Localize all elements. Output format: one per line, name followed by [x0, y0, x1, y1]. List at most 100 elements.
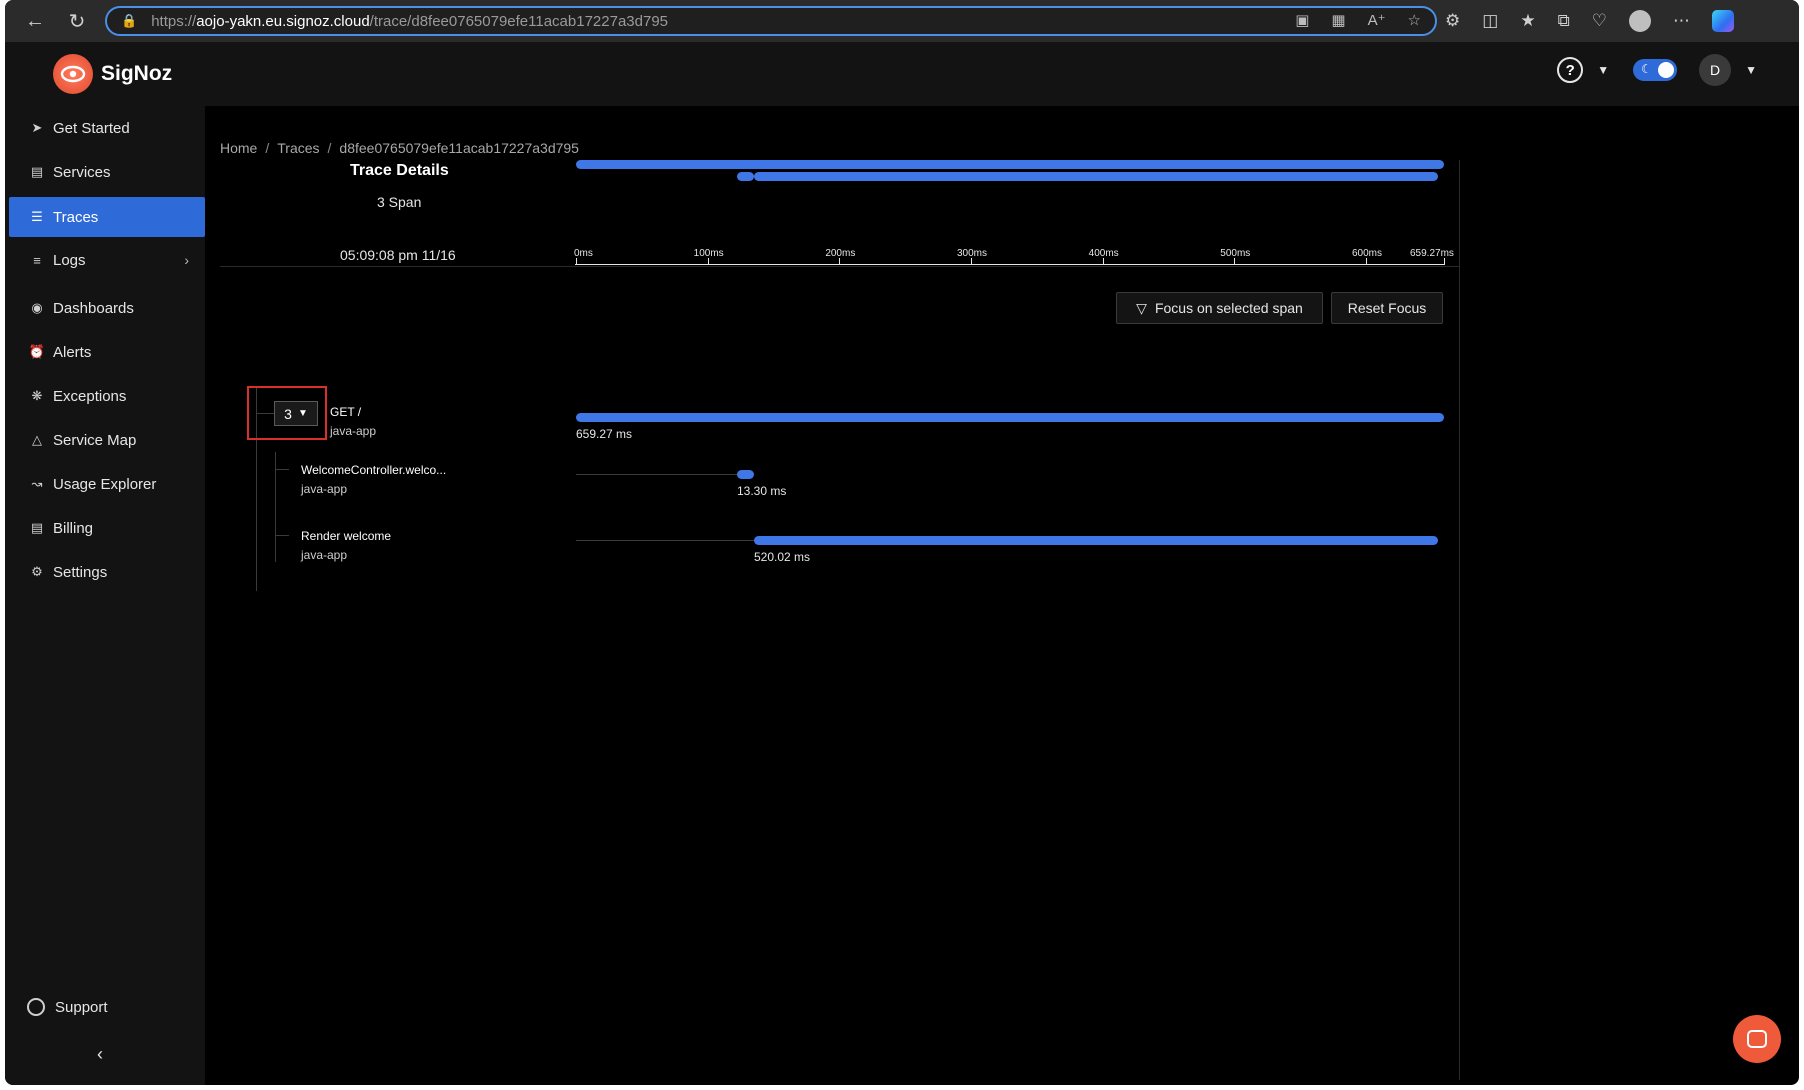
sidebar-item-services[interactable]: ▤ Services — [9, 152, 205, 192]
logo-text: SigNoz — [101, 62, 173, 85]
support-link[interactable]: Support — [27, 998, 108, 1016]
sidebar-item-logs[interactable]: ≡ Logs › — [9, 240, 205, 280]
span-service: java-app — [301, 482, 348, 496]
eye-logo-icon — [53, 54, 93, 94]
reload-icon[interactable]: ↻ — [57, 3, 97, 39]
line-chart-icon: ↝ — [31, 476, 43, 491]
address-bar[interactable]: 🔒 https://aojo-yakn.eu.signoz.cloud/trac… — [105, 6, 1437, 36]
url-prefix: https:// — [151, 12, 197, 30]
lock-icon: 🔒 — [121, 13, 138, 28]
logo[interactable]: SigNoz — [53, 54, 172, 94]
avatar[interactable]: D — [1699, 54, 1732, 86]
span-bar[interactable] — [576, 413, 1444, 422]
url-path: /trace/d8fee0765079efe11acab17227a3d795 — [369, 12, 669, 30]
list-icon: ☰ — [31, 209, 43, 224]
focus-selected-span-button[interactable]: ▽ Focus on selected span — [1116, 292, 1323, 324]
sidebar-item-billing[interactable]: ▤ Billing — [9, 508, 205, 548]
sidebar-item-settings[interactable]: ⚙ Settings — [9, 552, 205, 592]
sidebar-item-get-started[interactable]: ➤ Get Started — [9, 108, 205, 148]
network-icon: △ — [32, 432, 42, 447]
span-bar[interactable] — [753, 536, 1439, 545]
span-duration: 13.30 ms — [737, 484, 787, 498]
span-duration: 520.02 ms — [754, 550, 811, 564]
overview-span-bar — [576, 160, 1444, 169]
span-name[interactable]: GET / — [330, 405, 361, 419]
lifebuoy-icon — [27, 998, 45, 1016]
span-service: java-app — [301, 548, 348, 562]
filter-icon: ▽ — [1136, 299, 1147, 316]
chat-icon — [1747, 1030, 1767, 1048]
favorites-icon[interactable]: ★ — [1520, 11, 1535, 31]
timeline-tick-label: 200ms — [825, 248, 856, 259]
copilot-icon[interactable] — [1711, 10, 1734, 32]
breadcrumb: Home / Traces / d8fee0765079efe11acab172… — [220, 140, 579, 156]
breadcrumb-traces[interactable]: Traces — [277, 140, 319, 156]
rocket-icon: ➤ — [31, 120, 43, 135]
span-name[interactable]: WelcomeController.welco... — [301, 463, 446, 477]
sidebar-item-dashboards[interactable]: ◉ Dashboards — [9, 288, 205, 328]
timeline-tick-label: 300ms — [956, 248, 987, 259]
health-icon[interactable]: ♡ — [1592, 11, 1607, 31]
overview-span-bar — [736, 172, 755, 181]
read-aloud-icon[interactable]: A⁺ — [1368, 11, 1386, 29]
span-duration: 659.27 ms — [576, 427, 633, 441]
span-service: java-app — [330, 424, 377, 438]
sidebar-item-alerts[interactable]: ⏰ Alerts — [9, 332, 205, 372]
collapse-children-button[interactable]: 3 ▼ — [274, 401, 318, 426]
overview-span-bar — [753, 172, 1439, 181]
gear-icon: ⚙ — [31, 564, 43, 579]
help-icon[interactable]: ? — [1557, 57, 1584, 83]
sidebar-item-usage-explorer[interactable]: ↝ Usage Explorer — [9, 464, 205, 504]
browser-window: ← ↻ 🔒 https://aojo-yakn.eu.signoz.cloud /… — [5, 0, 1799, 1085]
split-screen-icon[interactable]: ◫ — [1482, 11, 1498, 31]
app-header: SigNoz ? ▼ ☾ D ▼ — [5, 42, 1799, 106]
url-host: aojo-yakn.eu.signoz.cloud — [196, 12, 370, 30]
trace-timestamp: 05:09:08 pm 11/16 — [340, 247, 456, 263]
browser-toolbar: ← ↻ 🔒 https://aojo-yakn.eu.signoz.cloud /… — [5, 0, 1799, 42]
chevron-right-icon: › — [184, 252, 189, 268]
timeline-tick-mark — [1444, 258, 1445, 265]
timeline-tick-label: 400ms — [1088, 248, 1119, 259]
span-count: 3 Span — [377, 194, 422, 210]
timeline-tick-label: 600ms — [1351, 248, 1382, 259]
timeline-tick-label: 100ms — [693, 248, 724, 259]
span-track — [576, 474, 737, 475]
breadcrumb-trace-id: d8fee0765079efe11acab17227a3d795 — [339, 140, 579, 156]
bug-icon: ❋ — [31, 388, 43, 403]
more-icon[interactable]: ⋯ — [1673, 11, 1690, 31]
span-bar[interactable] — [736, 470, 755, 479]
breadcrumb-home[interactable]: Home — [220, 140, 257, 156]
page-title: Trace Details — [350, 162, 449, 179]
back-icon[interactable]: ← — [15, 3, 55, 39]
chevron-down-icon[interactable]: ▼ — [1597, 63, 1609, 77]
theme-toggle[interactable]: ☾ — [1633, 59, 1678, 81]
dashboard-icon: ◉ — [31, 300, 43, 315]
file-icon: ▤ — [30, 520, 44, 535]
alarm-icon: ⏰ — [28, 344, 46, 359]
extensions-icon[interactable]: ⚙ — [1445, 11, 1460, 31]
span-name[interactable]: Render welcome — [301, 529, 391, 543]
chevron-down-icon[interactable]: ▼ — [1745, 63, 1757, 77]
reset-focus-button[interactable]: Reset Focus — [1331, 292, 1443, 324]
timeline-axis-line — [575, 264, 1444, 265]
caret-down-icon: ▼ — [297, 408, 308, 419]
moon-icon: ☾ — [1641, 62, 1652, 76]
profile-icon[interactable] — [1628, 10, 1651, 32]
sidebar-item-exceptions[interactable]: ❋ Exceptions — [9, 376, 205, 416]
tree-line — [275, 535, 289, 536]
collapse-sidebar-icon[interactable]: ‹ — [97, 1044, 103, 1065]
logs-icon: ≡ — [33, 252, 41, 268]
apps-icon[interactable]: ▦ — [1331, 11, 1345, 29]
chat-button[interactable] — [1733, 1015, 1781, 1063]
bar-chart-icon: ▤ — [30, 164, 44, 179]
sidebar: ➤ Get Started ▤ Services ☰ Traces ≡ Logs… — [5, 106, 205, 1085]
tree-line — [275, 469, 289, 470]
sidebar-item-traces[interactable]: ☰ Traces — [9, 197, 205, 237]
cast-icon[interactable]: ▣ — [1295, 11, 1309, 29]
sidebar-item-service-map[interactable]: △ Service Map — [9, 420, 205, 460]
span-track — [576, 540, 754, 541]
divider — [1459, 160, 1460, 1080]
timeline-tick-label: 500ms — [1220, 248, 1251, 259]
collections-icon[interactable]: ⧉ — [1558, 11, 1570, 31]
favorite-star-icon[interactable]: ☆ — [1408, 11, 1421, 29]
